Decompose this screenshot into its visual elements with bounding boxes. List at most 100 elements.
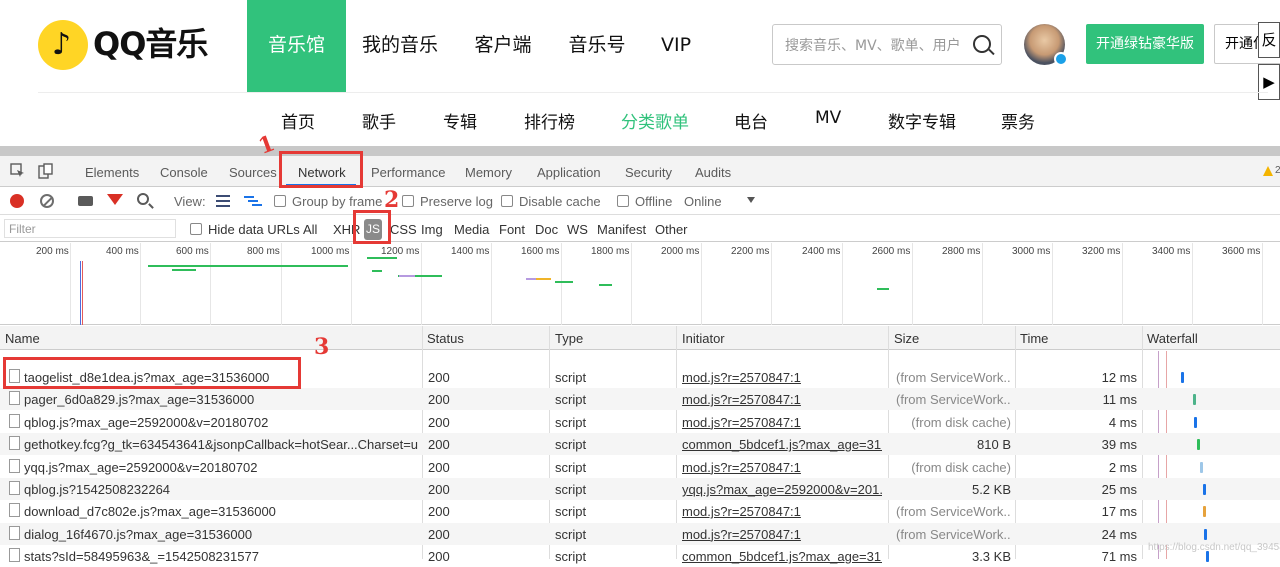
network-overview-timeline[interactable]: 200 ms 400 ms 600 ms 800 ms 1000 ms 1200…	[0, 243, 1280, 325]
preserve-log-checkbox[interactable]	[402, 195, 414, 207]
nav-vip[interactable]: VIP	[650, 0, 702, 92]
column-size[interactable]: Size	[894, 331, 919, 346]
nav-client[interactable]: 客户端	[463, 0, 543, 92]
search-icon[interactable]	[137, 193, 149, 205]
subnav-album[interactable]: 专辑	[443, 108, 477, 133]
table-row[interactable]: qblog.js?1542508232264 200 script yqq.js?ma…	[0, 478, 1280, 500]
cell-initiator[interactable]: yqq.js?max_age=2592000&v=201...	[682, 482, 882, 497]
search-input[interactable]: 搜索音乐、MV、歌单、用户	[772, 24, 1002, 65]
cell-initiator[interactable]: mod.js?r=2570847:1	[682, 504, 882, 519]
device-toolbar-icon[interactable]	[38, 163, 54, 179]
cell-initiator[interactable]: mod.js?r=2570847:1	[682, 527, 882, 542]
tick-label: 3200 ms	[1082, 246, 1121, 257]
capture-screenshots-icon[interactable]	[78, 196, 93, 206]
cell-name[interactable]: qblog.js?max_age=2592000&v=20180702	[24, 415, 419, 430]
table-row[interactable]: yqq.js?max_age=2592000&v=20180702 200 scri…	[0, 456, 1280, 478]
type-filter-doc[interactable]: Doc	[535, 222, 558, 237]
request-bar	[877, 288, 889, 290]
column-type[interactable]: Type	[555, 331, 583, 346]
search-icon[interactable]	[973, 35, 991, 53]
cell-name[interactable]: gethotkey.fcg?g_tk=634543641&jsonpCallba…	[24, 437, 419, 452]
subnav-playlists[interactable]: 分类歌单	[621, 108, 689, 133]
tab-audits[interactable]: Audits	[695, 165, 731, 180]
subnav-mv[interactable]: MV	[815, 108, 841, 128]
offline-checkbox[interactable]	[617, 195, 629, 207]
type-filter-manifest[interactable]: Manifest	[597, 222, 646, 237]
type-filter-css[interactable]: CSS	[390, 222, 417, 237]
cell-initiator[interactable]: common_5bdcef1.js?max_age=31...	[682, 437, 882, 452]
record-icon[interactable]	[10, 194, 24, 208]
subnav-tickets[interactable]: 票务	[1001, 108, 1035, 133]
nav-music-account[interactable]: 音乐号	[557, 0, 637, 92]
cell-name[interactable]: yqq.js?max_age=2592000&v=20180702	[24, 460, 419, 475]
column-initiator[interactable]: Initiator	[682, 331, 725, 346]
disable-cache-checkbox[interactable]	[501, 195, 513, 207]
large-rows-icon[interactable]	[216, 195, 230, 207]
warning-icon[interactable]	[1262, 165, 1274, 177]
type-filter-all[interactable]: All	[303, 222, 317, 237]
subnav-home[interactable]: 首页	[281, 108, 315, 133]
tab-security[interactable]: Security	[625, 165, 672, 180]
type-filter-other[interactable]: Other	[655, 222, 688, 237]
chevron-down-icon[interactable]	[747, 197, 755, 203]
cell-initiator[interactable]: mod.js?r=2570847:1	[682, 415, 882, 430]
subnav-radio[interactable]: 电台	[734, 108, 768, 133]
cell-initiator[interactable]: common_5bdcef1.js?max_age=31...	[682, 549, 882, 564]
annotation-box-network	[279, 151, 363, 188]
table-row[interactable]: pager_6d0a829.js?max_age=31536000 200 scri…	[0, 388, 1280, 411]
subnav-charts[interactable]: 排行榜	[524, 108, 575, 133]
feedback-tab[interactable]: 反馈	[1258, 22, 1280, 58]
tab-performance[interactable]: Performance	[371, 165, 445, 180]
hide-data-urls-checkbox[interactable]	[190, 223, 202, 235]
group-by-frame-checkbox[interactable]	[274, 195, 286, 207]
table-row[interactable]: download_d7c802e.js?max_age=31536000 200 s…	[0, 500, 1280, 522]
warning-count: 2	[1275, 165, 1280, 176]
cell-size: (from ServiceWork...	[896, 370, 1011, 385]
cell-name[interactable]: qblog.js?1542508232264	[24, 482, 419, 497]
cell-initiator[interactable]: mod.js?r=2570847:1	[682, 370, 882, 385]
table-row[interactable]: stats?sId=58495963&_=1542508231577 200 scr…	[0, 545, 1280, 567]
overview-icon[interactable]	[244, 194, 262, 208]
filter-input[interactable]: Filter	[4, 219, 176, 238]
open-vip-button[interactable]: 开通绿钻豪华版	[1086, 24, 1204, 64]
filter-icon[interactable]	[107, 194, 123, 205]
grid-line	[281, 243, 282, 325]
tab-sources[interactable]: Sources	[229, 165, 277, 180]
cell-name[interactable]: stats?sId=58495963&_=1542508231577	[24, 549, 419, 564]
type-filter-img[interactable]: Img	[421, 222, 443, 237]
player-tab[interactable]: ▶	[1258, 64, 1280, 100]
table-header: Name Status Type Initiator Size Time Wat…	[0, 326, 1280, 350]
throttling-select[interactable]: Online	[684, 194, 722, 209]
inspect-element-icon[interactable]	[10, 163, 26, 179]
cell-name[interactable]: pager_6d0a829.js?max_age=31536000	[24, 392, 419, 407]
tab-console[interactable]: Console	[160, 165, 208, 180]
tab-memory[interactable]: Memory	[465, 165, 512, 180]
table-row[interactable]: gethotkey.fcg?g_tk=634543641&jsonpCallba…	[0, 433, 1280, 456]
waterfall-bar	[1197, 439, 1200, 451]
nav-my-music[interactable]: 我的音乐	[352, 0, 448, 92]
subnav-digital-album[interactable]: 数字专辑	[888, 108, 956, 133]
clear-icon[interactable]	[40, 194, 54, 208]
page-scrollbar[interactable]	[0, 146, 1280, 156]
column-name[interactable]: Name	[5, 331, 40, 346]
column-waterfall[interactable]: Waterfall	[1147, 331, 1198, 346]
column-time[interactable]: Time	[1020, 331, 1048, 346]
table-row[interactable]: qblog.js?max_age=2592000&v=20180702 200 sc…	[0, 411, 1280, 433]
type-filter-media[interactable]: Media	[454, 222, 489, 237]
tab-elements[interactable]: Elements	[85, 165, 139, 180]
subnav-singer[interactable]: 歌手	[362, 108, 396, 133]
type-filter-font[interactable]: Font	[499, 222, 525, 237]
cell-initiator[interactable]: mod.js?r=2570847:1	[682, 460, 882, 475]
nav-music-hall[interactable]: 音乐馆	[247, 0, 346, 92]
type-filter-ws[interactable]: WS	[567, 222, 588, 237]
tab-application[interactable]: Application	[537, 165, 601, 180]
site-logo-text[interactable]: QQ音乐	[93, 24, 208, 64]
column-status[interactable]: Status	[427, 331, 464, 346]
cell-name[interactable]: dialog_16f4670.js?max_age=31536000	[24, 527, 419, 542]
cell-status: 200	[428, 414, 450, 430]
tick-label: 2000 ms	[661, 246, 700, 257]
cell-name[interactable]: download_d7c802e.js?max_age=31536000	[24, 504, 419, 519]
cell-initiator[interactable]: mod.js?r=2570847:1	[682, 392, 882, 407]
qq-music-logo-icon[interactable]: ♪	[38, 20, 88, 70]
table-row[interactable]: dialog_16f4670.js?max_age=31536000 200 scr…	[0, 522, 1280, 545]
